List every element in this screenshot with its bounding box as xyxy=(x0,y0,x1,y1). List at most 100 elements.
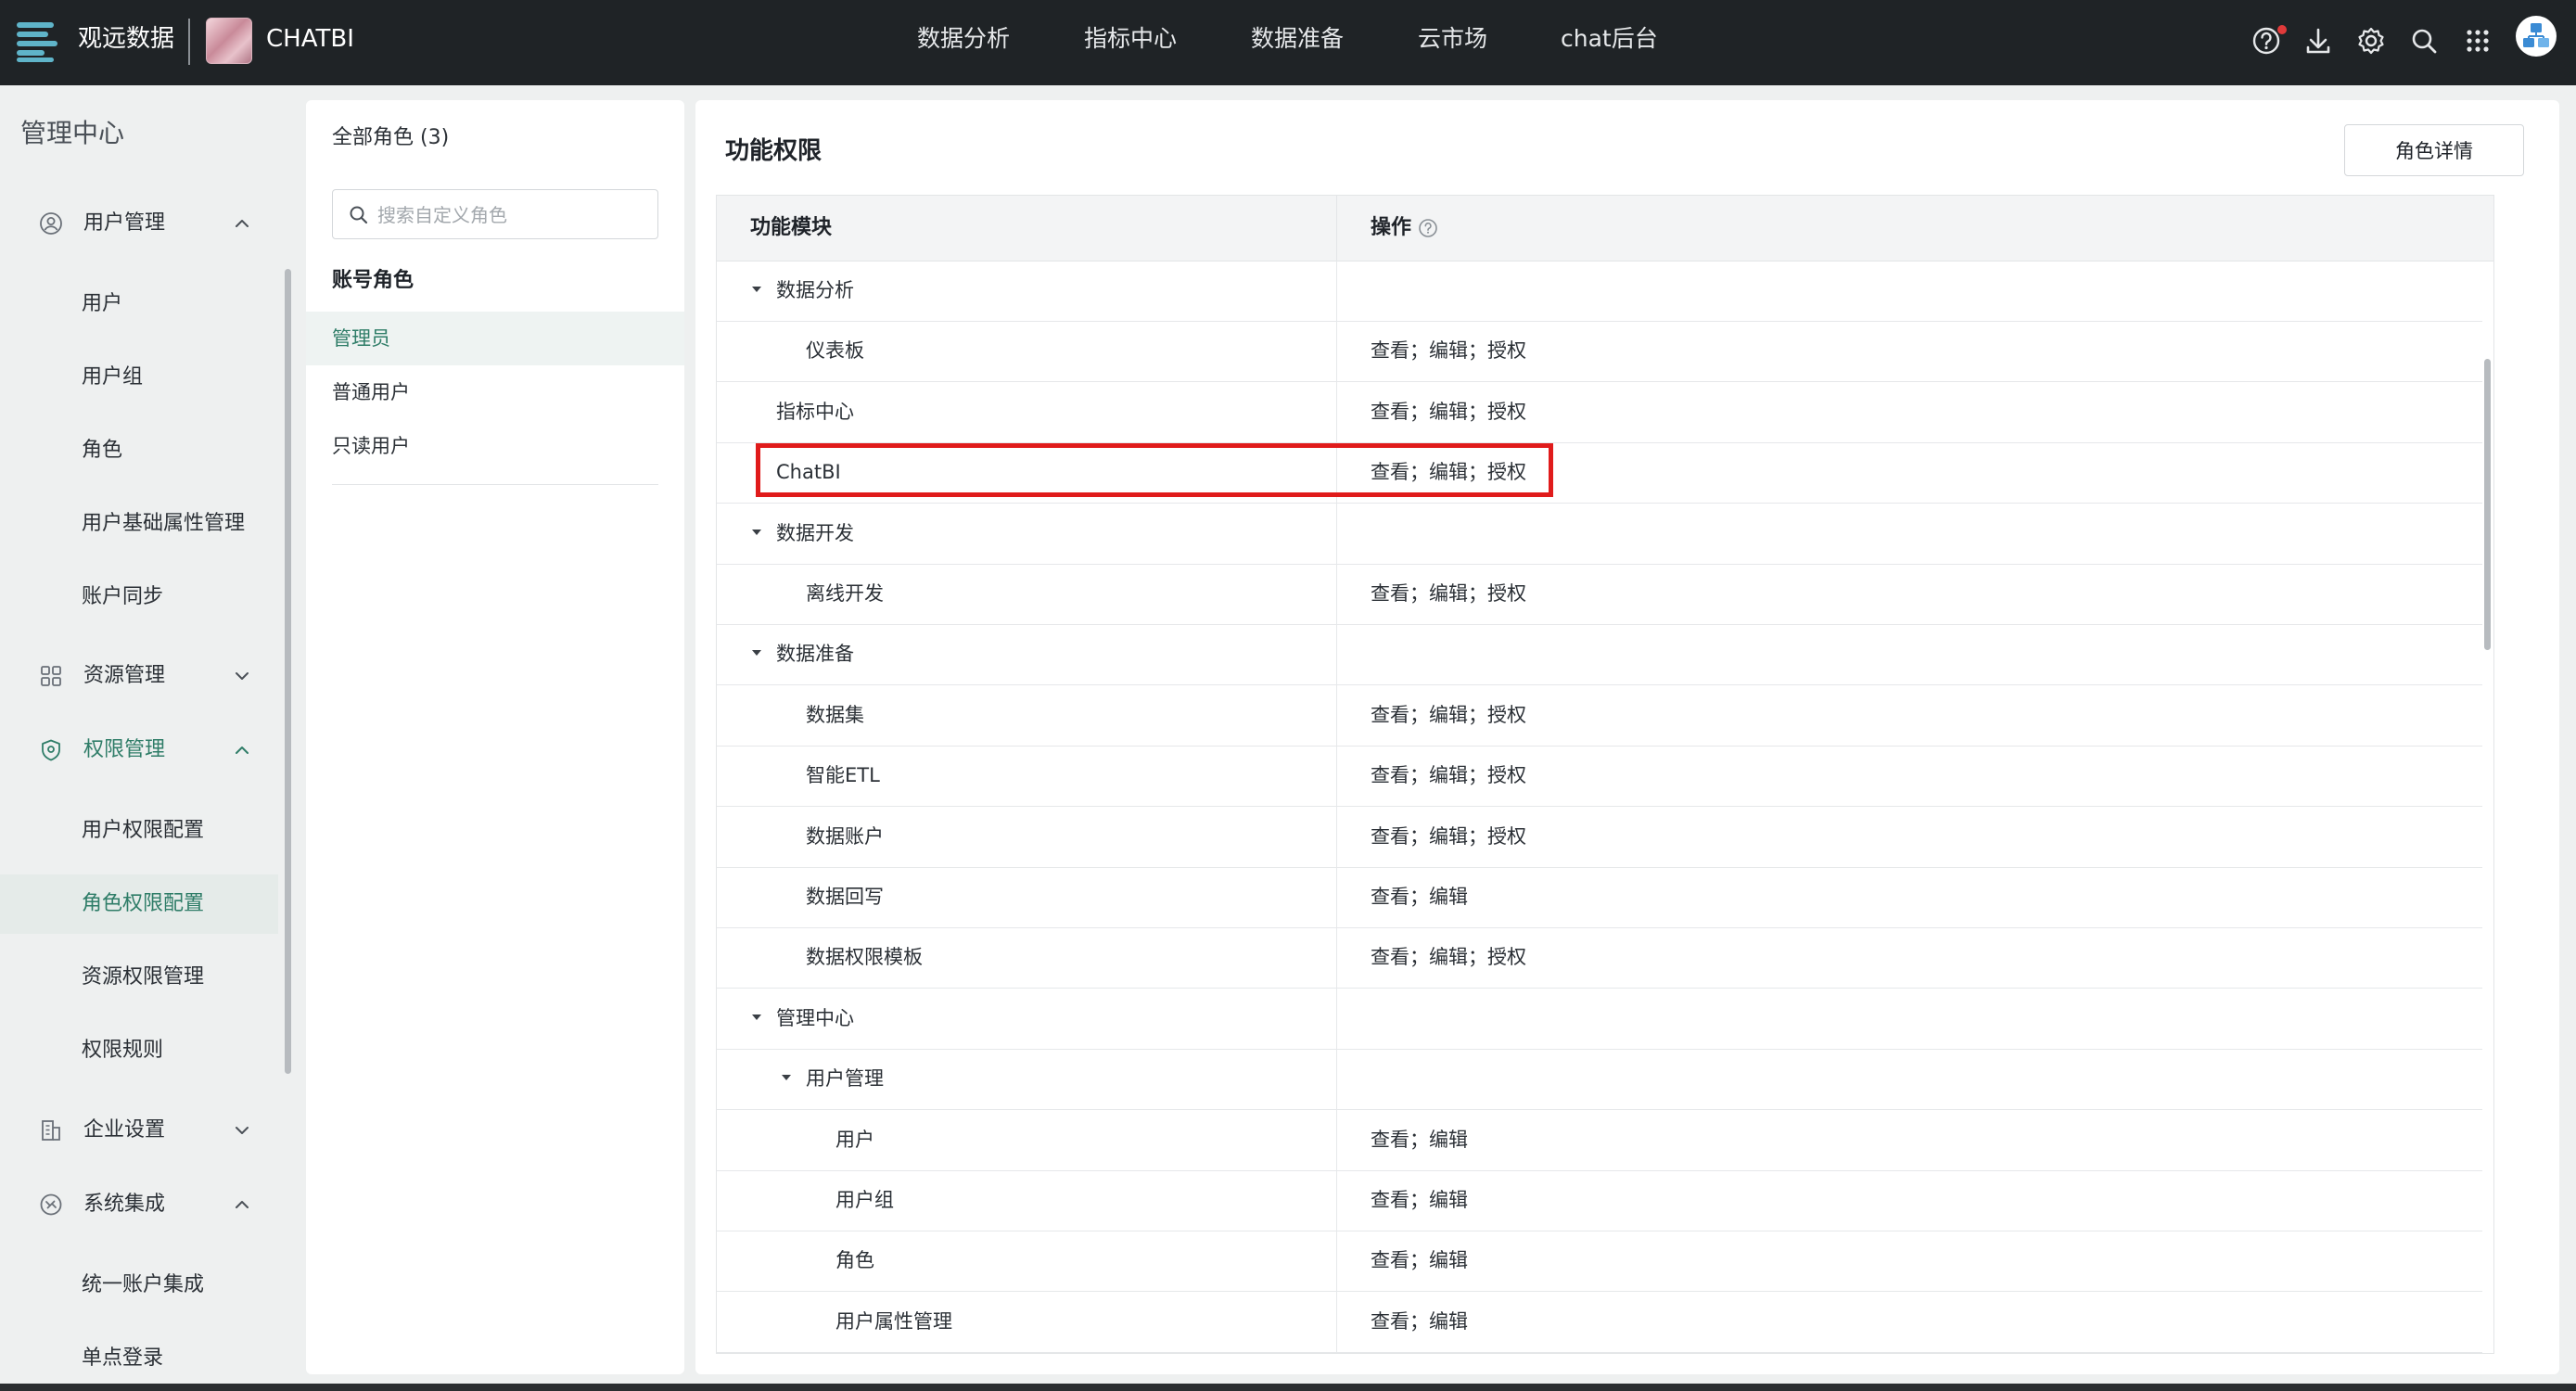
product-name[interactable]: CHATBI xyxy=(266,24,354,54)
sidebar-item-user-attributes[interactable]: 用户基础属性管理 xyxy=(0,494,278,554)
column-divider xyxy=(1336,261,1337,321)
gear-icon[interactable] xyxy=(2353,22,2390,59)
role-search-box[interactable] xyxy=(332,189,658,239)
role-section-title: 账号角色 xyxy=(332,269,414,292)
sidebar-item-role[interactable]: 角色 xyxy=(0,421,278,480)
sidebar-group-enterprise-settings[interactable]: 企业设置 xyxy=(0,1104,278,1159)
sidebar-item-label: 统一账户集成 xyxy=(82,1273,205,1296)
nav-data-prep[interactable]: 数据准备 xyxy=(1251,24,1344,54)
module-name: 仪表板 xyxy=(806,339,864,363)
chevron-up-icon[interactable] xyxy=(232,213,252,234)
module-name: 数据回写 xyxy=(806,886,884,908)
sidebar-item-account-sync[interactable]: 账户同步 xyxy=(0,568,278,627)
apps-grid-icon[interactable] xyxy=(2459,22,2496,59)
chevron-up-icon[interactable] xyxy=(232,1194,252,1215)
column-divider xyxy=(1336,927,1337,989)
user-circle-icon xyxy=(40,212,62,235)
table-row: 数据回写 查看；编辑 xyxy=(717,867,2482,928)
table-row: 智能ETL 查看；编辑；授权 xyxy=(717,746,2482,808)
role-item-readonly-user[interactable]: 只读用户 xyxy=(306,419,684,473)
sidebar-group-user-management[interactable]: 用户管理 xyxy=(0,197,278,252)
brand-name[interactable]: 观远数据 xyxy=(78,24,174,54)
role-list-panel: 全部角色 (3) 账号角色 管理员 普通用户 只读用户 xyxy=(306,100,684,1374)
chevron-up-icon[interactable] xyxy=(232,740,252,760)
chevron-down-icon[interactable] xyxy=(232,1120,252,1141)
column-divider xyxy=(1336,867,1337,927)
table-row[interactable]: 数据分析 xyxy=(717,261,2482,322)
operations-text: 查看；编辑；授权 xyxy=(1371,946,1526,969)
sidebar-item-label: 用户权限配置 xyxy=(82,819,205,842)
sidebar-group-permission-management[interactable]: 权限管理 xyxy=(0,723,278,779)
user-avatar[interactable] xyxy=(2516,16,2557,57)
caret-down-icon[interactable] xyxy=(748,1009,765,1026)
nav-data-analysis[interactable]: 数据分析 xyxy=(917,24,1010,54)
role-search-input[interactable] xyxy=(376,198,648,233)
table-row: 用户属性管理 查看；编辑 xyxy=(717,1291,2482,1353)
sidebar-group-resource-management[interactable]: 资源管理 xyxy=(0,649,278,705)
role-item-normal-user[interactable]: 普通用户 xyxy=(306,365,684,419)
operations-text: 查看；编辑；授权 xyxy=(1371,400,1526,423)
sidebar-item-user-group[interactable]: 用户组 xyxy=(0,348,278,407)
role-detail-button[interactable]: 角色详情 xyxy=(2344,124,2524,176)
download-icon[interactable] xyxy=(2300,22,2337,59)
column-divider xyxy=(1336,1231,1337,1292)
module-name: 用户组 xyxy=(835,1189,894,1211)
chevron-down-icon[interactable] xyxy=(232,666,252,686)
sidebar-item-sso[interactable]: 单点登录 xyxy=(0,1329,278,1388)
table-row: 数据账户 查看；编辑；授权 xyxy=(717,806,2482,868)
table-row[interactable]: 管理中心 xyxy=(717,988,2482,1050)
column-divider xyxy=(1336,684,1337,746)
table-row: 指标中心 查看；编辑；授权 xyxy=(717,381,2482,443)
sidebar-item-unified-account[interactable]: 统一账户集成 xyxy=(0,1256,278,1315)
role-list-divider xyxy=(332,484,658,485)
sidebar-item-role-permission-config[interactable]: 角色权限配置 xyxy=(0,874,278,934)
help-circle-icon[interactable] xyxy=(1417,217,1439,239)
permission-panel: 功能权限 角色详情 功能模块 操作 数据分析 仪表板 查看；编辑；授权 指标中心 查看；… xyxy=(695,100,2559,1374)
sidebar-item-permission-rules[interactable]: 权限规则 xyxy=(0,1021,278,1080)
table-row[interactable]: 用户管理 xyxy=(717,1049,2482,1111)
module-name: 数据准备 xyxy=(776,643,854,666)
nav-cloud-market[interactable]: 云市场 xyxy=(1418,24,1487,54)
table-row[interactable]: 数据开发 xyxy=(717,503,2482,565)
search-icon[interactable] xyxy=(2405,22,2442,59)
table-scrollbar[interactable] xyxy=(2484,359,2491,650)
nav-metrics-center[interactable]: 指标中心 xyxy=(1084,24,1177,54)
module-name: 用户属性管理 xyxy=(835,1309,952,1333)
caret-down-icon[interactable] xyxy=(778,1069,795,1086)
operations-text: 查看；编辑；授权 xyxy=(1371,339,1526,363)
sidebar: 管理中心 用户管理 用户 用户组 角色 用户基础属性管理 账户同步 资源管理 权… xyxy=(0,85,295,1391)
sidebar-item-user[interactable]: 用户 xyxy=(0,274,278,334)
column-divider xyxy=(1336,381,1337,442)
column-divider xyxy=(1336,1109,1337,1170)
column-divider xyxy=(1336,1291,1337,1352)
nav-chat-backend[interactable]: chat后台 xyxy=(1561,24,1658,54)
module-name: 数据分析 xyxy=(776,279,854,301)
sidebar-group-label: 企业设置 xyxy=(83,1118,166,1142)
module-name: 离线开发 xyxy=(806,582,884,605)
role-item-admin[interactable]: 管理员 xyxy=(306,312,684,365)
sidebar-scrollbar[interactable] xyxy=(285,269,291,1074)
module-name: 指标中心 xyxy=(776,400,854,423)
module-name: 数据开发 xyxy=(776,521,854,544)
column-divider xyxy=(1336,624,1337,685)
sidebar-group-label: 资源管理 xyxy=(83,664,166,687)
role-item-label: 只读用户 xyxy=(332,435,410,457)
sidebar-group-system-integration[interactable]: 系统集成 xyxy=(0,1178,278,1233)
operations-text: 查看；编辑；授权 xyxy=(1371,703,1526,726)
module-name: 角色 xyxy=(835,1249,874,1272)
sidebar-item-user-permission-config[interactable]: 用户权限配置 xyxy=(0,801,278,861)
operations-text: 查看；编辑 xyxy=(1371,886,1468,908)
caret-down-icon[interactable] xyxy=(748,524,765,541)
logo-icon[interactable] xyxy=(13,17,61,65)
column-divider xyxy=(1336,1049,1337,1110)
table-row[interactable]: 数据准备 xyxy=(717,624,2482,686)
role-item-label: 管理员 xyxy=(332,327,390,350)
chatbi-row-highlight xyxy=(756,443,1553,497)
caret-down-icon[interactable] xyxy=(748,644,765,661)
table-row: 数据集 查看；编辑；授权 xyxy=(717,684,2482,747)
caret-down-icon[interactable] xyxy=(748,281,765,298)
sidebar-item-resource-permission[interactable]: 资源权限管理 xyxy=(0,948,278,1007)
operations-text: 查看；编辑；授权 xyxy=(1371,824,1526,848)
sidebar-item-label: 账户同步 xyxy=(82,585,164,608)
sidebar-item-label: 用户组 xyxy=(82,365,144,389)
